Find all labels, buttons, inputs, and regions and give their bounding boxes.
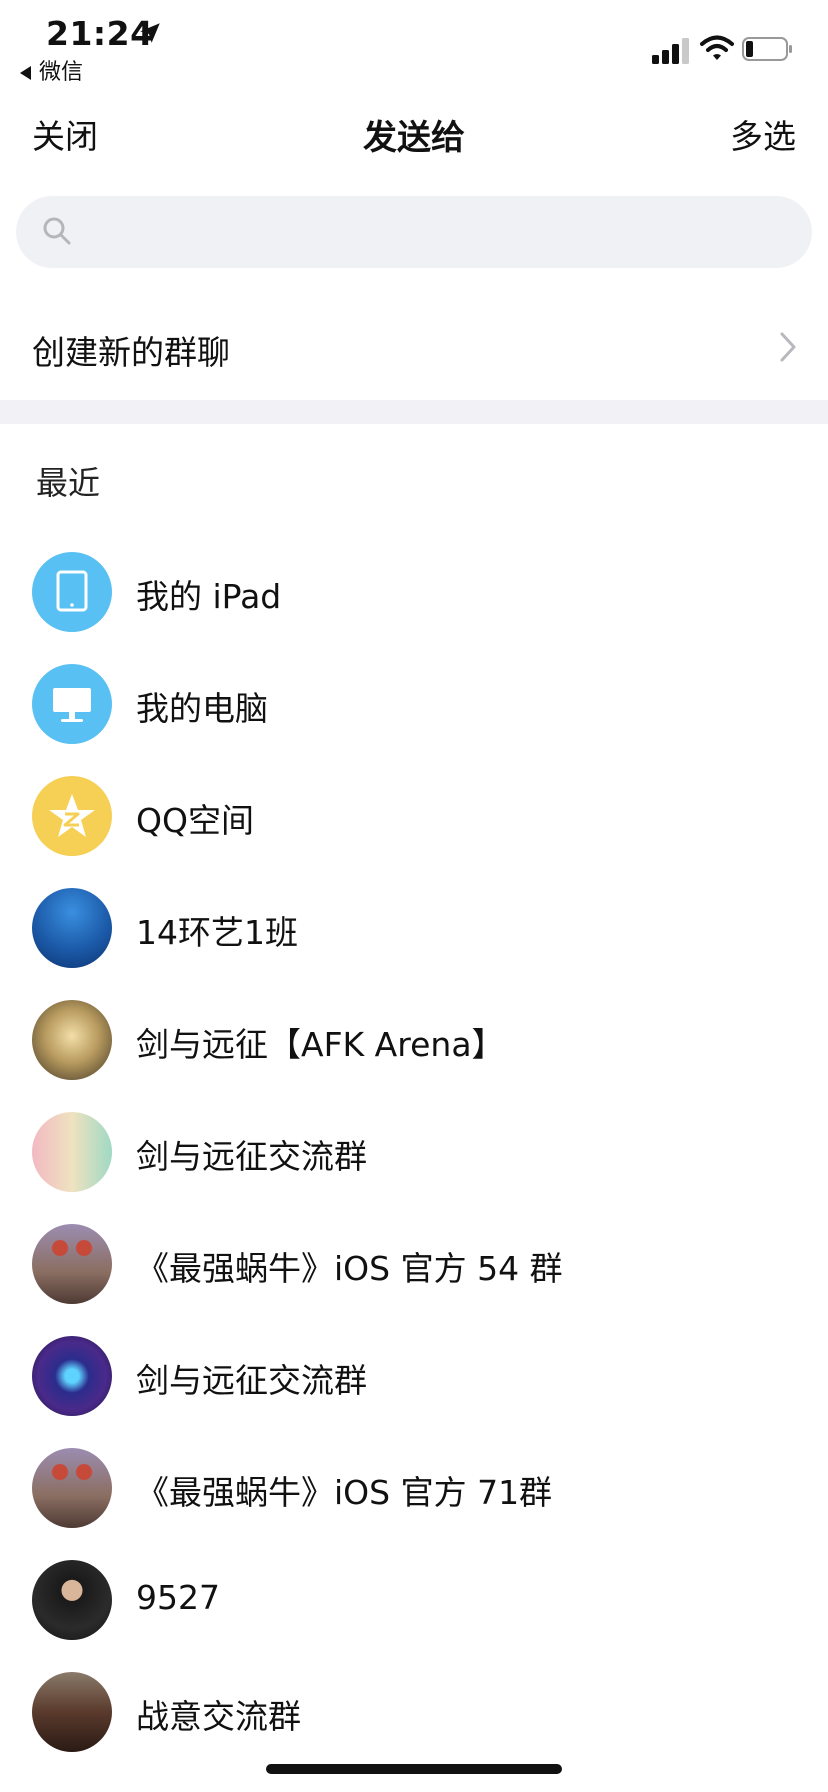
- computer-icon: [53, 688, 91, 722]
- group-avatar: [32, 1336, 112, 1416]
- create-group-label: 创建新的群聊: [32, 333, 230, 372]
- group-avatar: [32, 1000, 112, 1080]
- back-triangle-icon: [20, 66, 31, 80]
- recent-item-group[interactable]: 剑与远征【AFK Arena】: [0, 978, 828, 1090]
- recent-item-label: 剑与远征交流群: [136, 1361, 367, 1400]
- recent-item-contact[interactable]: 9527: [0, 1538, 828, 1650]
- create-group-chat-row[interactable]: 创建新的群聊: [0, 300, 828, 400]
- recent-list: 我的 iPad 我的电脑 QQ空间 14环艺1班 剑与远征【AFK Arena】: [0, 530, 828, 1762]
- recent-item-group[interactable]: 《最强蜗牛》iOS 官方 71群: [0, 1426, 828, 1538]
- recent-item-label: QQ空间: [136, 801, 254, 840]
- search-input[interactable]: [16, 196, 812, 268]
- recent-item-label: 《最强蜗牛》iOS 官方 71群: [136, 1473, 553, 1512]
- recent-item-group[interactable]: 《最强蜗牛》iOS 官方 54 群: [0, 1202, 828, 1314]
- group-avatar: [32, 1112, 112, 1192]
- group-avatar: [32, 888, 112, 968]
- qzone-star-icon: [49, 794, 95, 837]
- recent-item-label: 《最强蜗牛》iOS 官方 54 群: [136, 1249, 563, 1288]
- group-avatar: [32, 1224, 112, 1304]
- person-avatar: [32, 1560, 112, 1640]
- recent-item-label: 剑与远征【AFK Arena】: [136, 1025, 505, 1064]
- status-bar: 21:24 微信: [0, 0, 828, 92]
- recent-item-label: 14环艺1班: [136, 913, 298, 952]
- qzone-avatar: [32, 776, 112, 856]
- recent-item-label: 战意交流群: [136, 1697, 301, 1736]
- recent-item-label: 剑与远征交流群: [136, 1137, 367, 1176]
- wifi-icon: [700, 35, 734, 60]
- back-to-app[interactable]: 微信: [20, 54, 83, 86]
- home-indicator[interactable]: [266, 1764, 562, 1774]
- location-arrow-icon: [140, 23, 160, 43]
- ipad-avatar: [32, 552, 112, 632]
- recent-item-qzone[interactable]: QQ空间: [0, 754, 828, 866]
- cellular-signal-icon: [652, 38, 689, 64]
- battery-icon: [742, 37, 792, 61]
- group-avatar: [32, 1448, 112, 1528]
- recent-item-label: 我的 iPad: [136, 577, 282, 616]
- group-avatar: [32, 1672, 112, 1752]
- multi-select-button[interactable]: 多选: [730, 110, 796, 158]
- search-icon: [43, 217, 71, 245]
- recent-item-group[interactable]: 剑与远征交流群: [0, 1314, 828, 1426]
- chevron-right-icon: [780, 332, 796, 362]
- section-divider: [0, 400, 828, 424]
- nav-bar: 关闭 发送给 多选: [0, 92, 828, 172]
- ipad-icon: [56, 570, 88, 612]
- recent-item-group[interactable]: 14环艺1班: [0, 866, 828, 978]
- recent-item-group[interactable]: 战意交流群: [0, 1650, 828, 1762]
- recent-item-group[interactable]: 剑与远征交流群: [0, 1090, 828, 1202]
- recent-item-ipad[interactable]: 我的 iPad: [0, 530, 828, 642]
- computer-avatar: [32, 664, 112, 744]
- recent-item-computer[interactable]: 我的电脑: [0, 642, 828, 754]
- page-title: 发送给: [363, 118, 465, 158]
- recent-section-title: 最近: [36, 464, 101, 502]
- recent-item-label: 我的电脑: [136, 689, 268, 728]
- recent-item-label: 9527: [136, 1578, 220, 1617]
- back-app-label: 微信: [39, 60, 84, 85]
